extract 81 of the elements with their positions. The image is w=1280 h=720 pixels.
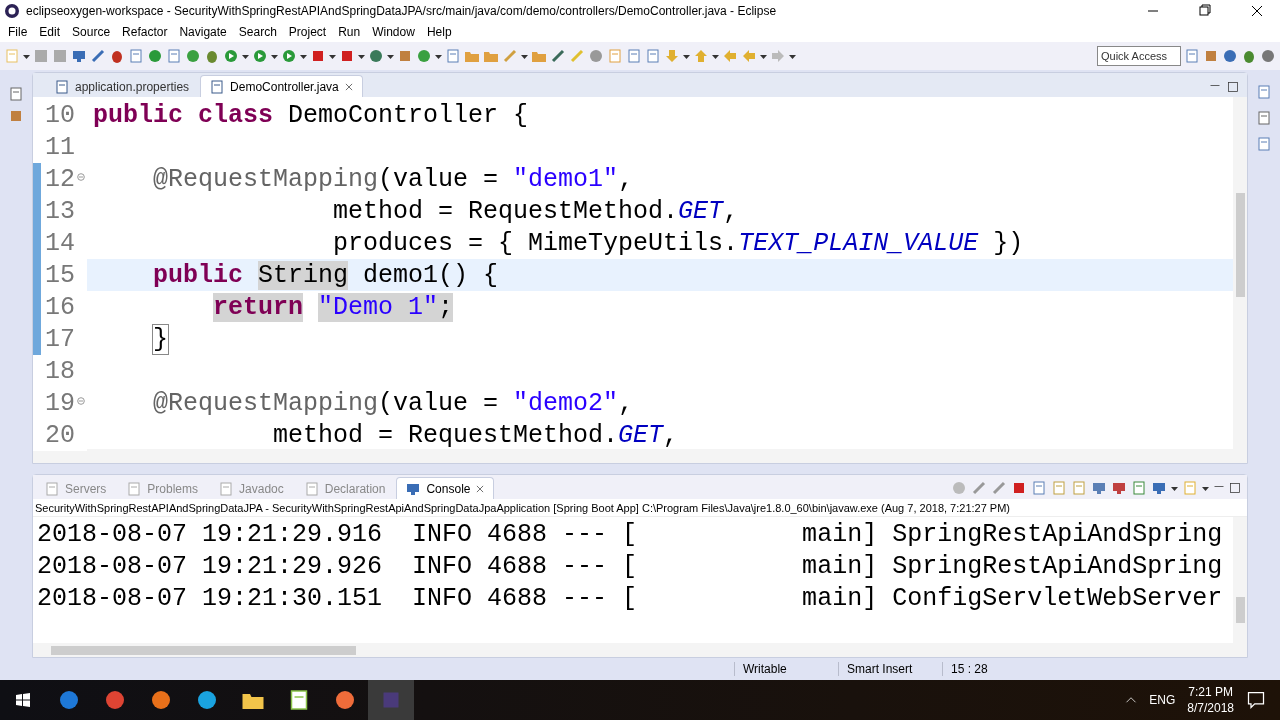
status-text: Smart Insert: [838, 662, 942, 677]
view-tab[interactable]: Console: [396, 477, 495, 499]
maximize-icon[interactable]: [1227, 81, 1239, 93]
tab-label: Javadoc: [239, 481, 284, 496]
line-number: 17: [45, 324, 75, 354]
vertical-scrollbar[interactable]: [1233, 517, 1247, 644]
quick-access-field[interactable]: Quick Access: [1097, 46, 1181, 66]
line-number: 16: [45, 292, 75, 322]
code-line: return "Demo 1";: [212, 292, 454, 322]
horizontal-scrollbar[interactable]: [33, 643, 1247, 658]
outline-icon[interactable]: [1256, 84, 1272, 100]
window-title: eclipseoxygen-workspace - SecurityWithSpringRestAPIAndSpringDataJPA/src/main/java/com/demo/controllers/DemoController.java - Eclipse: [26, 4, 778, 18]
menu-item[interactable]: Run: [332, 25, 367, 39]
vertical-scrollbar[interactable]: [1233, 97, 1247, 449]
status-text: 15 : 28: [942, 662, 1022, 677]
fold-icon[interactable]: [77, 173, 85, 181]
at-sign-icon: [218, 480, 235, 497]
stop-icon[interactable]: [1011, 480, 1027, 496]
editor-tab[interactable]: DemoController.java: [200, 75, 363, 97]
java-file-icon: [209, 78, 226, 95]
horizontal-scrollbar[interactable]: [33, 449, 1247, 463]
console-line: 2018-08-07 19:21:29.916 INFO 4688 --- [ main] SpringRestApiAndSpring: [37, 519, 1224, 551]
line-number: 12: [45, 164, 75, 194]
line-number: 15: [45, 260, 75, 290]
line-number: 14: [45, 228, 75, 258]
code-line: method = RequestMethod.GET,: [272, 420, 679, 450]
console-header: SecurityWithSpringRestAPIAndSpringDataJPA - SecurityWithSpringRestApiAndSpringDataJpaApplication [Spring Boot App] C:\Program Files\Java\jre1.8.0_60\bin\javaw.exe (Aug 7, 2018, 7:21:27 PM): [33, 499, 1247, 517]
menu-item[interactable]: Source: [66, 25, 117, 39]
console-line: 2018-08-07 19:21:29.926 INFO 4688 --- [ main] SpringRestApiAndSpring: [37, 551, 1224, 583]
coverage-icon[interactable]: [252, 48, 268, 64]
code-line: @RequestMapping(value = "demo1",: [152, 164, 634, 194]
terminate-icon[interactable]: [339, 48, 355, 64]
menu-item[interactable]: Edit: [33, 25, 67, 39]
stop-icon[interactable]: [310, 48, 326, 64]
menu-item[interactable]: Window: [366, 25, 421, 39]
tab-label: Servers: [65, 481, 107, 496]
display-console-icon[interactable]: [1151, 480, 1167, 496]
code-line: produces = { MimeTypeUtils.TEXT_PLAIN_VALUE }): [332, 228, 1024, 258]
notification-icon[interactable]: [1246, 690, 1266, 710]
console-line: 2018-08-07 19:21:30.151 INFO 4688 --- [ main] ConfigServletWebServer: [37, 583, 1224, 615]
menu-item[interactable]: Search: [232, 25, 283, 39]
menu-item[interactable]: Refactor: [116, 25, 174, 39]
clock-time: 7:21 PM: [1188, 685, 1233, 699]
maximize-icon[interactable]: [1229, 482, 1241, 494]
save-all-icon[interactable]: [52, 48, 68, 64]
code-line: method = RequestMethod.GET,: [332, 196, 739, 226]
list-icon[interactable]: [166, 48, 182, 64]
properties-file-icon: [54, 78, 70, 95]
line-number: 10: [45, 100, 75, 130]
language-indicator[interactable]: ENG: [1149, 693, 1176, 707]
tab-label: Problems: [147, 481, 199, 496]
line-number: 18: [45, 356, 75, 386]
line-number: 19: [45, 388, 75, 418]
line-number: 13: [45, 196, 75, 226]
tab-label: application.properties: [75, 79, 190, 94]
menu-item[interactable]: Help: [420, 25, 458, 39]
fold-icon[interactable]: [77, 397, 85, 405]
clock-date: 8/7/2018: [1187, 701, 1234, 715]
menu-item[interactable]: Project: [282, 25, 333, 39]
menu-item[interactable]: File: [2, 25, 34, 39]
windows-logo-icon: [15, 692, 31, 708]
task-list-icon[interactable]: [1256, 136, 1272, 152]
monitor-icon[interactable]: [71, 48, 87, 64]
code-line: public class DemoController {: [93, 100, 529, 130]
run-icon[interactable]: [223, 48, 239, 64]
eclipse-logo-icon: [4, 3, 20, 19]
editor-tab[interactable]: application.properties: [45, 75, 199, 97]
code-line: public String demo1() {: [152, 260, 499, 290]
line-number: 11: [45, 132, 75, 162]
code-line: }: [152, 324, 169, 354]
tab-label: DemoController.java: [230, 79, 339, 94]
status-text: Writable: [734, 662, 838, 677]
line-number: 20: [45, 420, 75, 450]
tab-label: Console: [426, 481, 471, 496]
code-line: @RequestMapping(value = "demo2",: [152, 388, 634, 418]
declaration-icon: [303, 480, 320, 497]
tab-label: Declaration: [324, 481, 386, 496]
menu-item[interactable]: Navigate: [173, 25, 233, 39]
problems-icon: [126, 480, 143, 497]
run-external-icon[interactable]: [281, 48, 297, 64]
servers-icon: [44, 480, 60, 497]
